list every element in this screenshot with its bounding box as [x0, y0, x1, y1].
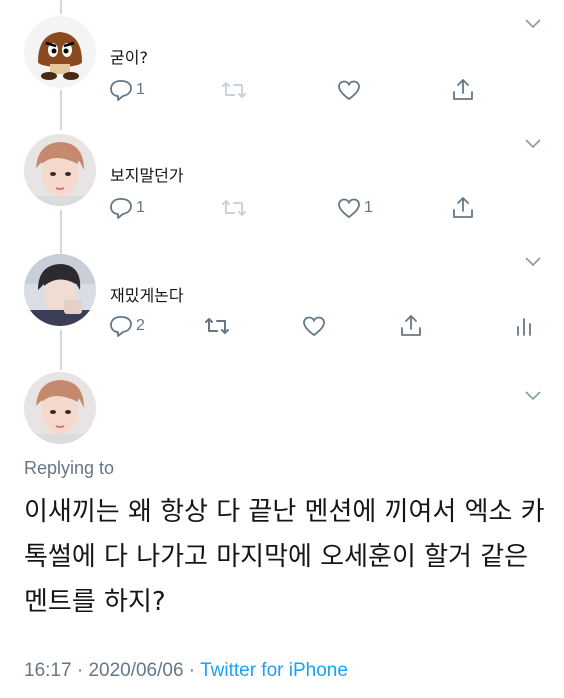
like-button[interactable] [301, 312, 327, 340]
user-avatar[interactable] [24, 254, 96, 326]
goomba-avatar[interactable] [24, 16, 96, 88]
share-icon [453, 197, 473, 218]
meta-separator: · [183, 660, 201, 681]
tweet-meta: 16:17 · 2020/06/06 · Twitter for iPhone [24, 660, 348, 682]
tweet-time: 16:17 [24, 660, 72, 681]
chevron-down-icon[interactable] [524, 18, 542, 30]
chevron-down-icon[interactable] [524, 138, 542, 150]
retweet-button[interactable] [220, 76, 248, 104]
thread-line [60, 210, 62, 254]
like-count: 1 [364, 199, 373, 216]
share-button[interactable] [450, 76, 476, 104]
chevron-down-icon[interactable] [524, 256, 542, 268]
thread-line [60, 330, 62, 370]
heart-icon [303, 316, 325, 337]
thread-line [60, 0, 62, 14]
retweet-button[interactable] [220, 194, 248, 222]
share-icon [453, 79, 473, 100]
meta-separator: · [71, 660, 89, 681]
comment-icon [110, 316, 132, 337]
heart-icon [338, 80, 360, 101]
heart-icon [338, 198, 360, 219]
tweet-source-link[interactable]: Twitter for iPhone [200, 660, 348, 681]
retweet-icon [205, 318, 229, 334]
comment-icon [110, 80, 132, 101]
user-avatar[interactable] [24, 134, 96, 206]
reply-text: 굳이? [110, 48, 148, 67]
analytics-icon [517, 318, 531, 336]
reply-count: 1 [136, 199, 145, 216]
retweet-icon [222, 82, 246, 98]
retweet-button[interactable] [203, 312, 231, 340]
comment-icon [110, 198, 132, 219]
retweet-icon [222, 200, 246, 216]
reply-text: 보지말던가 [110, 166, 184, 185]
like-button[interactable]: 1 [336, 194, 373, 222]
chevron-down-icon[interactable] [524, 390, 542, 402]
thread-line [60, 90, 62, 130]
reply-button[interactable]: 1 [108, 76, 145, 104]
reply-count: 2 [136, 317, 145, 334]
main-tweet-text: 이새끼는 왜 항상 다 끝난 멘션에 끼여서 엑소 카톡썰에 다 나가고 마지막… [24, 497, 545, 617]
reply-button[interactable]: 2 [108, 312, 145, 340]
replying-to-label: Replying to [24, 458, 115, 478]
reply-count: 1 [136, 81, 145, 98]
tweet-date: 2020/06/06 [88, 660, 184, 681]
user-avatar[interactable] [24, 372, 96, 444]
reply-button[interactable]: 1 [108, 194, 145, 222]
reply-text: 재밌게논다 [110, 286, 184, 305]
analytics-button[interactable] [514, 312, 536, 340]
like-button[interactable] [336, 76, 364, 104]
share-button[interactable] [398, 312, 424, 340]
share-icon [401, 315, 421, 336]
share-button[interactable] [450, 194, 476, 222]
